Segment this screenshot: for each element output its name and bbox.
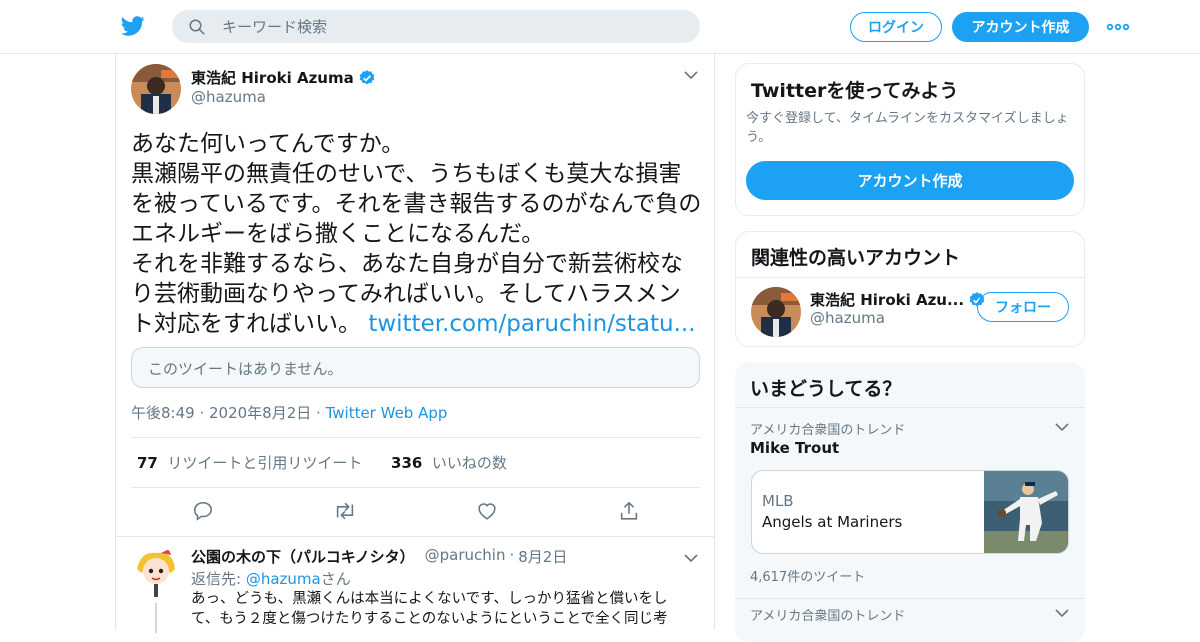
author-handle[interactable]: @hazuma bbox=[191, 88, 266, 106]
like-icon[interactable] bbox=[476, 500, 498, 522]
trend-tweet-count: 4,617件のツイート bbox=[750, 570, 866, 585]
related-name[interactable]: 東浩紀 Hiroki Azu... bbox=[810, 289, 964, 310]
avatar[interactable] bbox=[131, 64, 181, 114]
related-handle[interactable]: @hazuma bbox=[810, 309, 885, 327]
related-name-row[interactable]: 東浩紀 Hiroki Azu... bbox=[810, 289, 986, 310]
more-dots-icon[interactable] bbox=[1106, 18, 1130, 36]
trend-context: アメリカ合衆国のトレンド bbox=[750, 423, 906, 438]
tweet-source[interactable]: Twitter Web App bbox=[326, 404, 448, 422]
avatar[interactable] bbox=[751, 287, 801, 337]
reply-to: 返信先: @hazumaさん bbox=[191, 568, 351, 589]
divider bbox=[131, 437, 700, 438]
avatar[interactable] bbox=[131, 547, 181, 597]
likes-count: 336 bbox=[391, 454, 423, 472]
tweet-body: あなた何いってんですか。 黒瀬陽平の無責任のせいで、うちもぼくも莫大な損害を被っ… bbox=[131, 131, 702, 337]
trend-card-category: MLB bbox=[762, 492, 794, 510]
thread-line bbox=[155, 603, 157, 633]
reply-tweet[interactable]: 公園の木の下（パルコキノシタ） @paruchin · 8月2日 返信先: @h… bbox=[116, 537, 714, 633]
divider bbox=[735, 407, 1085, 408]
trends-title: いまどうしてる？ bbox=[750, 378, 902, 400]
reply-date[interactable]: 8月2日 bbox=[518, 546, 567, 567]
reply-author-handle[interactable]: @paruchin bbox=[425, 546, 506, 567]
likes-stat[interactable]: 336 いいねの数 bbox=[391, 454, 507, 472]
signup-card-title: Twitterを使ってみよう bbox=[751, 80, 959, 102]
trends-card: いまどうしてる？ アメリカ合衆国のトレンド Mike Trout MLB Ang… bbox=[735, 362, 1085, 642]
chevron-down-icon[interactable] bbox=[1055, 608, 1069, 618]
author-name-row[interactable]: 東浩紀 Hiroki Azuma bbox=[191, 67, 376, 88]
related-title: 関連性の高いアカウント bbox=[751, 247, 961, 269]
retweet-icon[interactable] bbox=[333, 500, 357, 522]
tweet-text: あなた何いってんですか。 黒瀬陽平の無責任のせいで、うちもぼくも莫大な損害を被っ… bbox=[131, 129, 703, 339]
share-icon[interactable] bbox=[618, 500, 640, 522]
chevron-down-icon[interactable] bbox=[684, 70, 698, 80]
author-name[interactable]: 東浩紀 Hiroki Azuma bbox=[191, 67, 354, 88]
tweet-date[interactable]: 2020年8月2日 bbox=[209, 404, 311, 422]
trend-context: アメリカ合衆国のトレンド bbox=[750, 609, 906, 624]
retweets-count: 77 bbox=[137, 454, 158, 472]
chevron-down-icon[interactable] bbox=[1055, 422, 1069, 432]
tweet-meta: 午後8:49 · 2020年8月2日 · Twitter Web App bbox=[131, 404, 448, 422]
likes-label: いいねの数 bbox=[431, 454, 507, 472]
reply-icon[interactable] bbox=[192, 500, 214, 522]
chevron-down-icon[interactable] bbox=[684, 553, 698, 563]
divider bbox=[735, 598, 1085, 599]
top-bar: ログイン アカウント作成 bbox=[0, 0, 1200, 54]
reply-to-suffix: さん bbox=[320, 570, 351, 588]
related-accounts-card: 関連性の高いアカウント 東浩紀 Hiroki Azu... @hazuma フォ… bbox=[735, 231, 1085, 347]
reply-dot: · bbox=[509, 546, 515, 564]
search-input[interactable] bbox=[222, 17, 662, 36]
login-button[interactable]: ログイン bbox=[850, 12, 942, 42]
retweets-label: リツイートと引用リツイート bbox=[167, 454, 363, 472]
signup-card-button[interactable]: アカウント作成 bbox=[746, 161, 1074, 200]
signup-card-subtitle: 今すぐ登録して、タイムラインをカスタマイズしましょう。 bbox=[746, 111, 1069, 145]
search-icon bbox=[189, 19, 205, 34]
follow-button[interactable]: フォロー bbox=[977, 292, 1069, 322]
reply-author-name[interactable]: 公園の木の下（パルコキノシタ） bbox=[191, 546, 415, 567]
reply-text: あっ、どうも、黒瀬くんは本当によくないです、しっかり猛省と償いをして、もう２度と… bbox=[191, 591, 668, 627]
retweets-stat[interactable]: 77 リツイートと引用リツイート bbox=[137, 454, 362, 472]
trend-name[interactable]: Mike Trout bbox=[750, 439, 839, 457]
twitter-bird-icon[interactable] bbox=[120, 14, 146, 38]
reply-to-prefix: 返信先: bbox=[191, 570, 246, 588]
reply-to-handle[interactable]: @hazuma bbox=[246, 570, 321, 588]
tweet-time[interactable]: 午後8:49 bbox=[131, 404, 195, 422]
tweet-column: 東浩紀 Hiroki Azuma @hazuma あなた何いってんですか。 黒瀬… bbox=[115, 54, 715, 633]
verified-badge-icon bbox=[359, 69, 375, 84]
search-bar[interactable] bbox=[172, 10, 700, 43]
divider bbox=[736, 277, 1084, 278]
reply-header: 公園の木の下（パルコキノシタ） @paruchin · 8月2日 bbox=[191, 546, 567, 567]
quote-unavailable: このツイートはありません。 bbox=[131, 347, 700, 388]
divider bbox=[131, 487, 700, 488]
signup-button[interactable]: アカウント作成 bbox=[952, 12, 1089, 42]
baseball-photo bbox=[984, 471, 1068, 553]
signup-card: Twitterを使ってみよう 今すぐ登録して、タイムラインをカスタマイズしましょ… bbox=[735, 63, 1085, 216]
tweet-stats: 77 リツイートと引用リツイート 336 いいねの数 bbox=[137, 452, 507, 473]
trend-media-card[interactable]: MLB Angels at Mariners bbox=[751, 470, 1069, 554]
trend-card-title: Angels at Mariners bbox=[762, 513, 903, 531]
tweet-link[interactable]: twitter.com/paruchin/statu... bbox=[368, 311, 695, 337]
